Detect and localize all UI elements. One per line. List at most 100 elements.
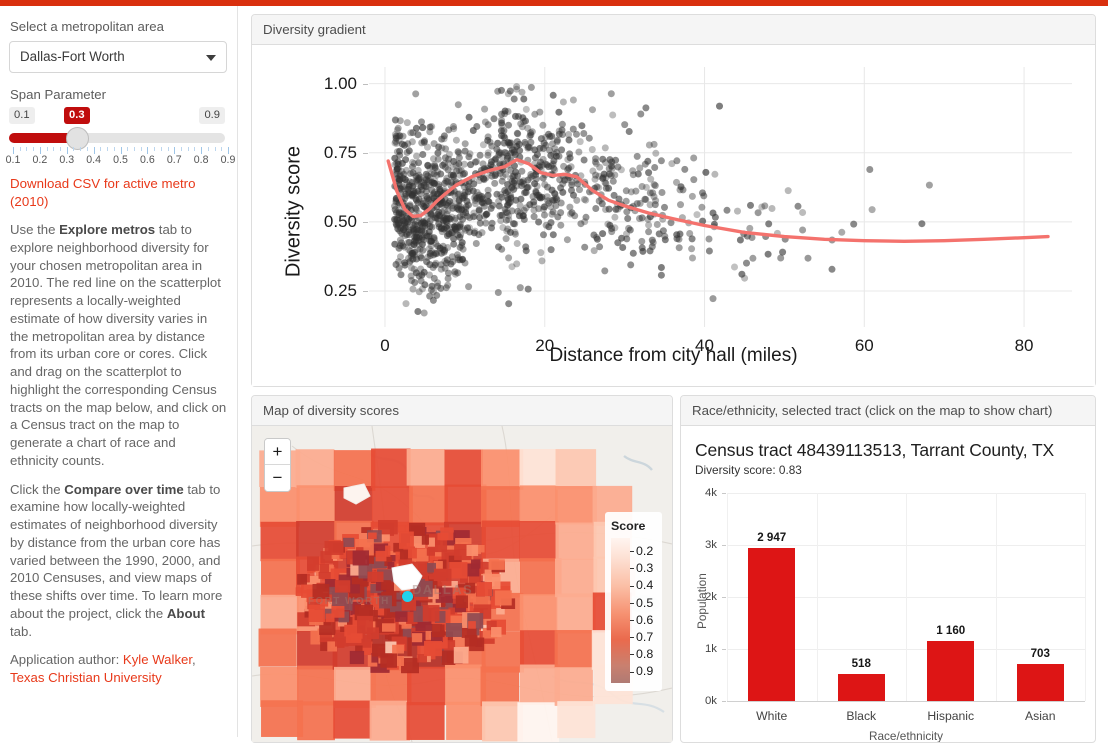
- scatter-x-axis-label: Distance from city hall (miles): [549, 345, 798, 366]
- scatter-y-tickmark: [363, 83, 368, 85]
- p2-a: Click the: [10, 481, 65, 497]
- bar-y-tickmark: [722, 701, 726, 702]
- slider-tick: [66, 146, 68, 154]
- author-paragraph: Application author: Kyle Walker, Texas C…: [10, 651, 227, 687]
- scatterplot-canvas[interactable]: [252, 45, 1095, 386]
- race-chart-body: Census tract 48439113513, Tarrant County…: [681, 426, 1095, 742]
- author-link[interactable]: Kyle Walker: [123, 652, 192, 667]
- instructions-paragraph-2: Click the Compare over time tab to exami…: [10, 481, 227, 641]
- slider-tick-minor: [140, 146, 142, 151]
- slider-tick-minor: [60, 146, 62, 151]
- bar-y-tick-label: 3k: [704, 539, 717, 551]
- metro-select[interactable]: Dallas-Fort Worth: [9, 40, 227, 73]
- scatter-x-tick-label: 60: [854, 336, 874, 355]
- span-parameter-label: Span Parameter: [10, 86, 107, 102]
- map-legend-tick-label: 0.2: [630, 544, 653, 558]
- download-csv-link[interactable]: Download CSV for active metro (2010): [10, 175, 227, 210]
- span-slider[interactable]: 0.1 0.3 0.9 0.1 0.2 0.3 0.4 0.5 0.6 0.7 0.8 0.9: [5, 106, 236, 169]
- author-prefix: Application author:: [10, 652, 123, 668]
- slider-tick: [174, 146, 176, 154]
- selected-tract-title: Census tract 48439113513, Tarrant County…: [695, 440, 1055, 460]
- map-legend-scale: 0.2 0.3 0.4 0.5 0.6 0.7 0.8 0.9: [611, 538, 657, 683]
- slider-tick: [39, 146, 41, 154]
- zoom-out-button[interactable]: −: [265, 465, 290, 491]
- bar-y-tick-label: 4k: [704, 487, 717, 499]
- metro-select-value: Dallas-Fort Worth: [20, 49, 125, 65]
- author-comma: ,: [192, 652, 196, 668]
- slider-tick-label: 0.5: [113, 153, 128, 166]
- slider-tick-minor: [107, 146, 109, 151]
- bar: [748, 547, 795, 701]
- slider-tick: [13, 146, 14, 154]
- selected-tract-diversity-score: Diversity score: 0.83: [695, 463, 802, 477]
- bar-y-tickmark: [722, 493, 726, 494]
- slider-value-label: 0.3: [64, 106, 90, 124]
- slider-tick-label: 0.1: [5, 153, 21, 166]
- slider-tick-minor: [26, 146, 28, 151]
- bar-category-label: Black: [846, 709, 877, 723]
- scatter-y-tick-label: 0.50: [323, 211, 357, 231]
- slider-tick: [147, 146, 149, 154]
- slider-tick-label: 0.7: [166, 153, 182, 166]
- bar-category-divider: [995, 493, 997, 701]
- selected-tract-marker[interactable]: [402, 591, 413, 602]
- svg-text:DALLAS: DALLAS: [412, 582, 473, 597]
- slider-tick-label: 0.9: [220, 153, 236, 166]
- bar-y-tickmark: [722, 545, 726, 546]
- map-zoom-controls[interactable]: + −: [264, 438, 291, 492]
- scatter-y-tick-label: 0.25: [323, 281, 357, 301]
- map-legend-tick-label: 0.9: [630, 664, 653, 678]
- scatter-x-tick-label: 0: [380, 336, 390, 355]
- slider-tick: [201, 146, 203, 154]
- slider-tick-minor: [19, 146, 21, 151]
- slider-tick-minor: [221, 146, 223, 151]
- slider-tick-minor: [180, 146, 182, 151]
- zoom-in-button[interactable]: +: [265, 439, 290, 465]
- panel-header-diversity-gradient: Diversity gradient: [252, 15, 1095, 45]
- panel-header-race-ethnicity: Race/ethnicity, selected tract (click on…: [681, 396, 1095, 426]
- scatter-y-tickmark: [363, 152, 368, 154]
- scatter-y-tick-label: 1.00: [323, 73, 357, 93]
- bar-y-tickmark: [722, 597, 726, 598]
- scatter-x-tick-label: 20: [535, 336, 555, 355]
- bar-y-tickmark: [722, 649, 726, 650]
- slider-tick-label: 0.8: [193, 153, 209, 166]
- metro-select-label: Select a metropolitan area: [10, 19, 164, 34]
- slider-tick: [120, 146, 122, 154]
- slider-tick-minor: [53, 146, 55, 151]
- bar: [1016, 664, 1064, 701]
- scatterplot[interactable]: Diversity score Distance from city hall …: [252, 45, 1095, 386]
- slider-tick-label: 0.4: [86, 153, 101, 166]
- panel-diversity-gradient: Diversity gradient Diversity score Dista…: [251, 14, 1096, 387]
- slider-tick-label: 0.2: [32, 153, 48, 166]
- chevron-down-icon: [206, 54, 216, 61]
- p2-compare-over-time: Compare over time: [64, 481, 184, 497]
- p2-about: About: [166, 605, 205, 621]
- slider-tick-minor: [33, 146, 35, 151]
- scatter-x-tick-label: 80: [1014, 336, 1034, 355]
- svg-text:FORT WORTH: FORT WORTH: [308, 596, 390, 607]
- slider-tick-minor: [80, 146, 82, 151]
- bar: [927, 640, 974, 701]
- slider-tick: [93, 146, 95, 154]
- map-body[interactable]: DALLAS FORT WORTH + − Score 0.2 0.3 0.4 0.5 0…: [252, 426, 672, 742]
- author-org-link[interactable]: Texas Christian University: [10, 670, 162, 685]
- slider-tick-minor: [100, 146, 102, 151]
- bar-category-divider: [816, 493, 818, 701]
- slider-tick-minor: [207, 146, 209, 151]
- bar-category-divider: [1085, 493, 1086, 701]
- p1-a: Use the: [10, 222, 60, 238]
- slider-tick-minor: [194, 146, 196, 151]
- bar-y-tick-label: 1k: [704, 643, 717, 655]
- map-legend-tick-label: 0.4: [630, 578, 653, 592]
- map-legend-tick-label: 0.8: [630, 647, 653, 661]
- diversity-gradient-body[interactable]: Diversity score Distance from city hall …: [252, 45, 1095, 386]
- slider-tick-minor: [154, 146, 156, 151]
- scatter-y-tick-label: 0.75: [323, 142, 357, 162]
- p2-e: tab.: [10, 623, 32, 639]
- slider-tick-minor: [133, 146, 135, 151]
- slider-tick-labels: 0.1 0.2 0.3 0.4 0.5 0.6 0.7 0.8 0.9: [5, 153, 236, 168]
- slider-tick-minor: [113, 146, 115, 151]
- slider-tick-minor: [160, 146, 162, 151]
- bar-value-label: 703: [1030, 647, 1050, 661]
